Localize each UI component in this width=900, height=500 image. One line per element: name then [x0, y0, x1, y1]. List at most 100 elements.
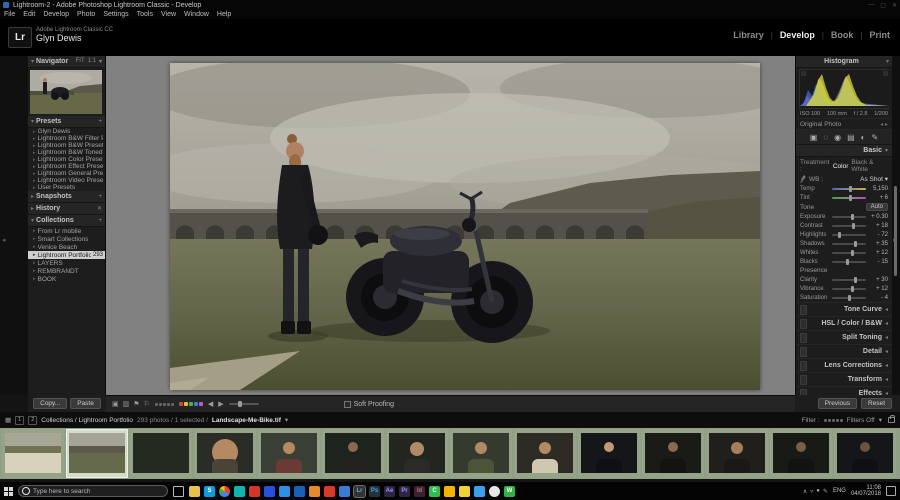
color-label-chip[interactable]: [179, 402, 183, 406]
history-step-arrows[interactable]: ◂ ▸: [880, 121, 888, 128]
menu-photo[interactable]: Photo: [77, 11, 95, 18]
right-panel-scrollbar[interactable]: [894, 186, 897, 276]
filmstrip-source[interactable]: Collections / Lightroom Portfolio: [41, 417, 133, 424]
taskbar-app-icon[interactable]: [294, 486, 305, 497]
menu-window[interactable]: Window: [184, 11, 209, 18]
color-label-chip[interactable]: [199, 402, 203, 406]
highlights-slider[interactable]: Highlights - 72: [796, 230, 892, 239]
panel-switch[interactable]: [800, 361, 807, 371]
taskbar-app-icon[interactable]: [444, 486, 455, 497]
preset-item[interactable]: ▸Lightroom B&W Toned Presets: [28, 149, 105, 156]
taskbar-app-icon[interactable]: Ae: [384, 486, 395, 497]
paste-button[interactable]: Paste: [70, 398, 101, 409]
flag-pick-icon[interactable]: ⚑: [133, 400, 139, 408]
taskbar-app-icon[interactable]: S: [204, 486, 215, 497]
left-panel-edge[interactable]: ◂: [0, 56, 28, 395]
menu-view[interactable]: View: [161, 11, 176, 18]
collection-item[interactable]: ▸REMBRANDT: [28, 267, 105, 275]
wb-eyedropper-icon[interactable]: [800, 175, 806, 183]
wb-select[interactable]: As Shot ▾: [860, 175, 888, 183]
clarity-knob[interactable]: [854, 277, 857, 283]
taskbar-search[interactable]: Type here to search: [18, 485, 168, 497]
panel-switch[interactable]: [800, 305, 807, 315]
collection-item[interactable]: ▸Smart Collections: [28, 235, 105, 243]
color-label-chip[interactable]: [194, 402, 198, 406]
panel-header-hsl-color-b-w[interactable]: HSL / Color / B&W◂: [796, 316, 892, 330]
tint-slider[interactable]: Tint + 6: [796, 193, 892, 202]
preset-item[interactable]: ▸Lightroom B&W Presets: [28, 142, 105, 149]
task-view-button[interactable]: [173, 486, 184, 497]
close-button[interactable]: ✕: [892, 2, 897, 9]
panel-header-split-toning[interactable]: Split Toning◂: [796, 330, 892, 344]
filmstrip-thumbnail[interactable]: [578, 429, 640, 478]
previous-button[interactable]: Previous: [818, 398, 857, 409]
preset-item[interactable]: ▸Lightroom Color Presets: [28, 156, 105, 163]
collection-item[interactable]: ▸Venice Beach: [28, 243, 105, 251]
saturation-knob[interactable]: [848, 295, 851, 301]
preset-item[interactable]: ▸User Presets: [28, 184, 105, 191]
filmstrip-thumbnail[interactable]: [450, 429, 512, 478]
photo-preview[interactable]: [170, 63, 760, 390]
filter-stars[interactable]: [824, 419, 843, 422]
clarity-track[interactable]: [832, 279, 866, 281]
histogram-header[interactable]: ▾ Histogram: [796, 56, 892, 68]
filmstrip-thumbnail[interactable]: [258, 429, 320, 478]
second-window-icon[interactable]: 2: [28, 416, 37, 425]
temp-track[interactable]: [832, 188, 866, 190]
next-photo-icon[interactable]: ▶: [218, 400, 223, 408]
blacks-slider[interactable]: Blacks - 15: [796, 257, 892, 266]
treatment-color[interactable]: Color: [833, 163, 849, 170]
blacks-track[interactable]: [832, 261, 866, 263]
module-print[interactable]: Print: [869, 30, 890, 40]
minimize-button[interactable]: —: [868, 2, 874, 9]
taskbar-app-icon[interactable]: [234, 486, 245, 497]
highlights-track[interactable]: [832, 234, 866, 236]
taskbar-app-icon[interactable]: C: [429, 486, 440, 497]
navigator-header[interactable]: ▾ Navigator FIT 1:1 ▾: [28, 56, 105, 68]
filmstrip-thumbnail[interactable]: [194, 429, 256, 478]
vibrance-track[interactable]: [832, 288, 866, 290]
copy-button[interactable]: Copy...: [33, 398, 67, 409]
menu-settings[interactable]: Settings: [103, 11, 128, 18]
filmstrip-thumbnail[interactable]: [770, 429, 832, 478]
prev-photo-icon[interactable]: ◀: [208, 400, 213, 408]
menu-edit[interactable]: Edit: [23, 11, 35, 18]
original-photo-row[interactable]: Original Photo ◂ ▸: [796, 118, 892, 130]
loupe-view-icon[interactable]: ▣: [112, 400, 119, 408]
right-panel-edge[interactable]: ▸: [892, 56, 900, 395]
filmstrip-thumbnail[interactable]: [514, 429, 576, 478]
flag-reject-icon[interactable]: ⚐: [144, 400, 150, 408]
taskbar-app-icon[interactable]: Ps: [369, 486, 380, 497]
contrast-knob[interactable]: [852, 223, 855, 229]
exposure-slider[interactable]: Exposure + 0.30: [796, 212, 892, 221]
taskbar-app-icon[interactable]: [324, 486, 335, 497]
red-eye-icon[interactable]: ◉: [834, 133, 841, 142]
tint-track[interactable]: [832, 197, 866, 199]
filter-caret-icon[interactable]: ▾: [879, 416, 882, 424]
taskbar-app-icon[interactable]: [489, 486, 500, 497]
presets-header[interactable]: ▾ Presets +: [28, 116, 105, 128]
zoom-menu-icon[interactable]: ▾: [99, 58, 102, 65]
zoom-fit[interactable]: FIT: [76, 58, 85, 65]
tray-icon[interactable]: ✎: [823, 488, 828, 495]
filters-off-select[interactable]: Filters Off: [847, 417, 875, 424]
history-header[interactable]: ▸ History ✕: [28, 203, 105, 215]
panel-header-tone-curve[interactable]: Tone Curve◂: [796, 302, 892, 316]
filmstrip-thumbnail[interactable]: [706, 429, 768, 478]
menu-file[interactable]: File: [4, 11, 15, 18]
menu-develop[interactable]: Develop: [43, 11, 69, 18]
exposure-knob[interactable]: [851, 214, 854, 220]
module-library[interactable]: Library: [733, 30, 764, 40]
taskbar-app-icon[interactable]: [249, 486, 260, 497]
preset-item[interactable]: ▸Lightroom Video Presets: [28, 177, 105, 184]
preset-item[interactable]: ▸Glyn Dewis: [28, 128, 105, 135]
saturation-slider[interactable]: Saturation - 4: [796, 293, 892, 302]
filmstrip-thumbnail[interactable]: [130, 429, 192, 478]
tray-icon[interactable]: ∧: [803, 488, 807, 495]
grid-view-icon[interactable]: ▦: [5, 416, 11, 424]
language-indicator[interactable]: ENG: [833, 488, 846, 494]
taskbar-app-icon[interactable]: Lr: [354, 486, 365, 497]
taskbar-clock[interactable]: 11:08 04/07/2018: [851, 485, 881, 498]
panel-switch[interactable]: [800, 375, 807, 385]
taskbar-app-icon[interactable]: Pr: [399, 486, 410, 497]
